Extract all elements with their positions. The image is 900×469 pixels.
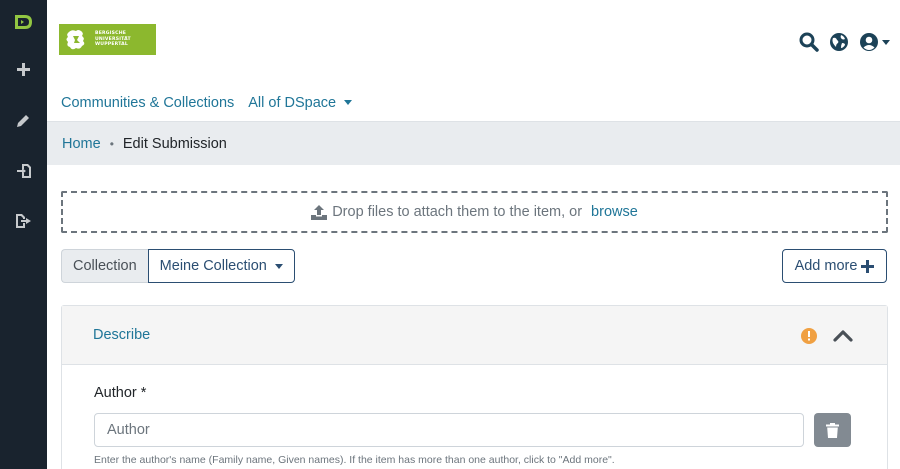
search-icon[interactable] bbox=[799, 32, 819, 52]
dspace-logo-icon[interactable] bbox=[0, 7, 47, 37]
author-input[interactable] bbox=[94, 413, 804, 447]
section-title[interactable]: Describe bbox=[93, 327, 150, 343]
chevron-down-icon bbox=[882, 39, 890, 45]
chevron-up-icon[interactable] bbox=[833, 328, 853, 347]
file-dropzone[interactable]: Drop files to attach them to the item, o… bbox=[61, 191, 888, 233]
export-icon[interactable] bbox=[0, 206, 47, 236]
chevron-down-icon bbox=[344, 100, 353, 105]
user-menu[interactable] bbox=[859, 32, 890, 52]
author-field-row bbox=[94, 413, 856, 447]
header-icons bbox=[799, 30, 890, 54]
breadcrumb-home[interactable]: Home bbox=[62, 136, 101, 152]
site-header: BERGISCHE UNIVERSITÄT WUPPERTAL bbox=[47, 0, 900, 84]
university-logo[interactable]: BERGISCHE UNIVERSITÄT WUPPERTAL bbox=[59, 24, 156, 55]
trash-icon bbox=[826, 422, 839, 438]
user-circle-icon bbox=[860, 33, 878, 51]
warning-icon bbox=[801, 328, 817, 344]
collection-dropdown-value: Meine Collection bbox=[159, 258, 267, 274]
author-label: Author * bbox=[94, 385, 147, 401]
describe-section-header[interactable]: Describe bbox=[62, 306, 887, 365]
edit-pencil-icon[interactable] bbox=[0, 105, 47, 135]
breadcrumb-current: Edit Submission bbox=[122, 135, 227, 152]
upload-icon bbox=[311, 204, 328, 220]
add-more-label: Add more bbox=[794, 258, 858, 274]
browse-link[interactable]: browse bbox=[591, 204, 638, 220]
nav-communities-collections[interactable]: Communities & Collections bbox=[61, 95, 234, 111]
breadcrumb-separator: • bbox=[109, 136, 114, 151]
describe-section: Describe Author * Enter the a bbox=[61, 305, 888, 469]
nav-all-of-dspace[interactable]: All of DSpace bbox=[248, 94, 353, 111]
globe-icon[interactable] bbox=[829, 32, 849, 52]
describe-section-body: Author * Enter the author's name (Family… bbox=[62, 365, 887, 466]
nav-all-of-dspace-label: All of DSpace bbox=[248, 94, 337, 111]
collection-selector: Collection Meine Collection bbox=[61, 249, 295, 283]
collection-dropdown[interactable]: Meine Collection bbox=[147, 249, 295, 283]
logo-wordmark: BERGISCHE UNIVERSITÄT WUPPERTAL bbox=[95, 31, 131, 48]
author-help-text: Enter the author's name (Family name, Gi… bbox=[94, 454, 615, 466]
lion-emblem-icon bbox=[66, 29, 85, 49]
admin-sidebar bbox=[0, 0, 47, 469]
chevron-down-icon bbox=[274, 263, 283, 269]
plus-icon bbox=[861, 259, 875, 273]
main-navbar: Communities & Collections All of DSpace bbox=[47, 84, 900, 121]
dropzone-text: Drop files to attach them to the item, o… bbox=[332, 204, 583, 220]
add-more-button[interactable]: Add more bbox=[782, 249, 887, 283]
breadcrumb: Home • Edit Submission bbox=[47, 121, 900, 165]
import-icon[interactable] bbox=[0, 156, 47, 186]
add-icon[interactable] bbox=[0, 54, 47, 84]
collection-label: Collection bbox=[61, 249, 148, 283]
delete-author-button[interactable] bbox=[814, 413, 851, 447]
